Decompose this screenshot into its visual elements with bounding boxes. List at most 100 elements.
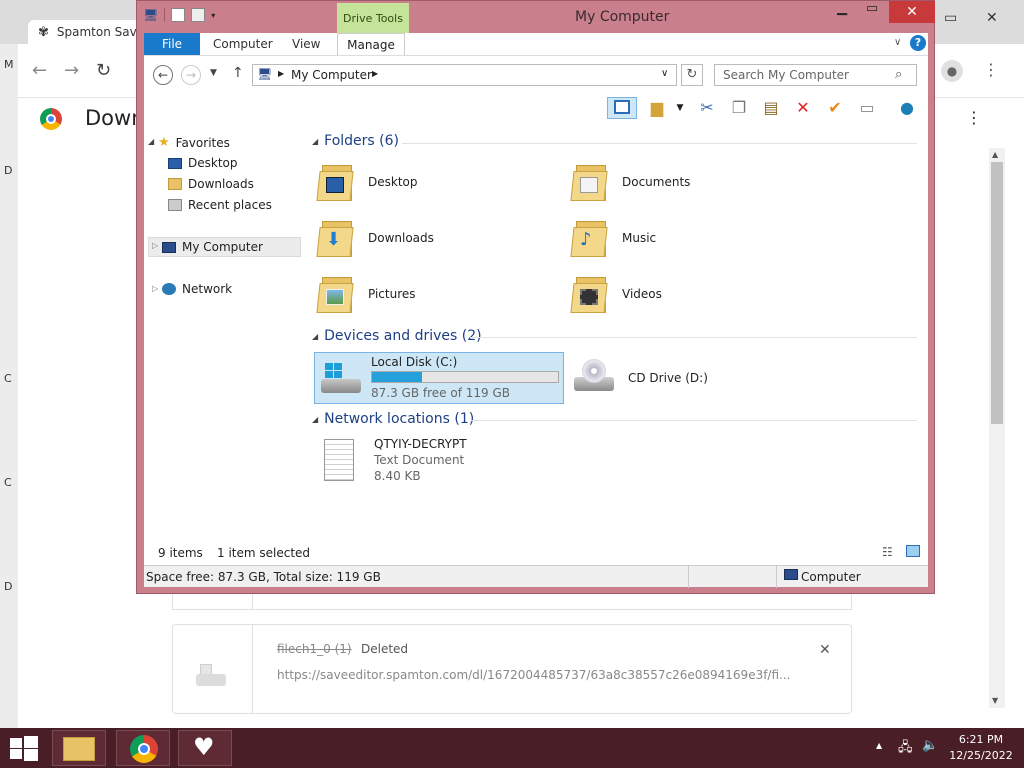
address-dropdown-icon[interactable]: ∨ [661,68,668,79]
tab-file[interactable]: File [144,33,200,55]
chrome-logo-icon [130,735,158,763]
network-tray-icon[interactable]: 🖧 [898,738,913,760]
window-title: My Computer [575,9,670,25]
properties-icon[interactable] [171,8,186,22]
file-icon [196,664,226,688]
qat-dropdown-icon[interactable]: ▾ [211,11,215,20]
search-icon[interactable]: ⌕ [895,67,902,82]
large-icons-view-icon[interactable] [906,545,920,557]
folder-options-icon[interactable]: ▆ [646,97,668,119]
videos-folder-icon [570,273,612,315]
forward-button[interactable]: → [181,65,201,85]
nav-recent-places[interactable]: Recent places [168,198,272,212]
forward-arrow-icon[interactable]: → [64,60,79,81]
command-toolbar: ▆ ▼ ✂ ❐ ▤ ✕ ✔ ▭ ● [144,93,928,123]
address-bar[interactable]: 🖥 ▶ My Computer ▶ ∨ [252,64,677,86]
group-folders-header[interactable]: ◢ Folders (6) [312,133,399,149]
group-divider [470,420,917,421]
taskbar-clock[interactable]: 6:21 PM 12/25/2022 [945,732,1017,764]
drive-c[interactable]: Local Disk (C:) 87.3 GB free of 119 GB [314,352,564,404]
pictures-folder-icon [316,273,358,315]
nav-my-computer[interactable]: My Computer [162,240,263,254]
folder-music[interactable]: ♪ Music [570,217,657,259]
folder-videos[interactable]: Videos [570,273,662,315]
address-row: ← → ▼ ↑ 🖥 ▶ My Computer ▶ ∨ ↻ Search My … [144,55,928,93]
refresh-icon[interactable]: ↻ [681,64,703,86]
group-network-header[interactable]: ◢ Network locations (1) [312,411,474,427]
taskbar-file-explorer[interactable] [52,730,106,766]
strip-letter: D [4,164,13,177]
collapse-arrow-icon[interactable]: ◢ [148,137,154,146]
folder-desktop[interactable]: Desktop [316,161,418,203]
nav-favorites[interactable]: ★ Favorites [158,135,230,150]
card-divider [252,624,253,714]
download-filename[interactable]: filech1_0 (1) [277,642,352,656]
tray-overflow-icon[interactable]: ▲ [876,741,882,750]
nav-network[interactable]: Network [162,282,232,296]
search-placeholder: Search My Computer [723,68,849,82]
tab-view[interactable]: View [292,37,320,51]
expand-arrow-icon[interactable]: ▷ [152,241,158,250]
back-arrow-icon[interactable]: ← [32,60,47,81]
details-view-icon[interactable]: ☷ [882,545,893,559]
chrome-menu-icon[interactable]: ⋮ [983,60,999,79]
folder-documents[interactable]: Documents [570,161,690,203]
start-windows-icon[interactable] [10,736,38,761]
search-input[interactable]: Search My Computer ⌕ [714,64,917,86]
up-arrow-icon[interactable]: ↑ [232,65,244,81]
back-button[interactable]: ← [153,65,173,85]
expand-ribbon-icon[interactable]: ∨ [894,37,901,48]
maximize-icon[interactable]: ▭ [857,1,887,23]
scroll-up-icon[interactable]: ▲ [992,150,998,159]
remove-download-icon[interactable]: ✕ [819,642,831,658]
network-globe-icon[interactable]: ● [896,97,918,119]
cut-icon[interactable]: ✂ [696,97,718,119]
file-explorer-icon [63,737,95,761]
chrome-scroll-thumb[interactable] [991,162,1003,424]
paste-icon[interactable]: ▤ [760,97,782,119]
drive-d[interactable]: CD Drive (D:) [568,355,768,401]
folder-options-dropdown-icon[interactable]: ▼ [669,97,691,119]
network-file-item[interactable]: QTYIY-DECRYPT Text Document 8.40 KB [318,433,518,489]
drive-tools-context-tab[interactable]: Drive Tools [337,3,409,33]
delete-icon[interactable]: ✕ [792,97,814,119]
taskbar-spamton-app[interactable]: ♥ [178,730,232,766]
recent-locations-icon[interactable]: ▼ [210,68,217,78]
rename-check-icon[interactable]: ✔ [824,97,846,119]
details-status-bar: Space free: 87.3 GB, Total size: 119 GB … [144,565,928,588]
folder-downloads[interactable]: ⬇ Downloads [316,217,434,259]
group-devices-header[interactable]: ◢ Devices and drives (2) [312,328,482,344]
scroll-down-icon[interactable]: ▼ [992,696,998,705]
properties-icon[interactable]: ▭ [856,97,878,119]
reload-icon[interactable]: ↻ [96,60,111,81]
recent-places-icon [168,199,182,211]
folder-label: Music [622,231,657,245]
network-file-type: Text Document [374,453,465,467]
nav-downloads[interactable]: Downloads [168,177,254,191]
new-folder-icon[interactable] [191,8,206,22]
downloads-menu-icon[interactable]: ⋮ [966,108,982,127]
chrome-maximize-icon[interactable]: ▭ [944,10,957,26]
expand-arrow-icon[interactable]: ▷ [152,284,158,293]
download-url[interactable]: https://saveeditor.spamton.com/dl/167200… [277,668,790,682]
tab-manage[interactable]: Manage [337,33,405,55]
copy-icon[interactable]: ❐ [728,97,750,119]
folder-pictures[interactable]: Pictures [316,273,416,315]
profile-avatar[interactable]: ● [941,60,963,82]
help-icon[interactable]: ? [910,35,926,51]
chrome-close-icon[interactable]: ✕ [986,10,998,26]
item-status-bar: 9 items 1 item selected ☷ [144,543,928,565]
preview-pane-icon[interactable] [607,97,637,119]
nav-desktop-label: Desktop [188,156,238,170]
drive-c-usage-bar [371,371,559,383]
nav-desktop[interactable]: Desktop [168,156,238,170]
chrome-tab[interactable]: ✾ Spamton Save [28,20,148,44]
taskbar-chrome[interactable] [116,730,170,766]
minimize-icon[interactable]: ▁ [827,1,857,23]
clock-time: 6:21 PM [958,733,1004,746]
volume-tray-icon[interactable]: 🔈 [922,738,938,753]
breadcrumb-arrow-icon[interactable]: ▶ [372,69,378,78]
breadcrumb-arrow-icon[interactable]: ▶ [278,69,284,78]
close-button[interactable]: ✕ [889,1,935,23]
tab-computer[interactable]: Computer [213,37,273,51]
